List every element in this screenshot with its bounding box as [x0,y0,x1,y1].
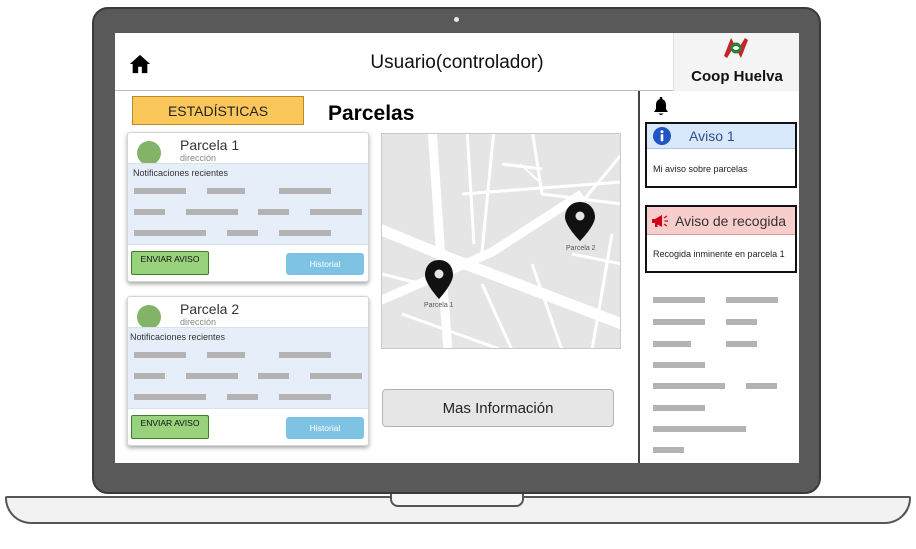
laptop-mockup: Usuario(controlador) Coop Huelva ESTADÍS… [0,0,916,549]
map-pin-parcela-1[interactable] [425,260,453,299]
placeholder-line [279,394,331,400]
placeholder-line [227,230,258,236]
pin-label: Parcela 1 [424,302,454,309]
placeholder-line [726,341,757,347]
parcel-address: dirección [180,317,217,327]
placeholder-line [134,230,206,236]
placeholder-line [186,373,238,379]
notices-panel: Aviso 1 Mi aviso sobre parcelas Aviso de… [638,91,799,463]
map-streets [382,134,620,348]
parcel-card-1: Parcela 1 dirección Notificaciones recie… [127,132,369,282]
notice-body: Recogida inminente en parcela 1 [653,249,785,259]
placeholder-line [653,383,725,389]
megaphone-icon [652,215,668,227]
placeholder-line [258,373,289,379]
placeholder-line [134,209,165,215]
notice-body: Mi aviso sobre parcelas [653,164,748,174]
avatar [137,141,161,165]
section-title: Parcelas [328,102,415,125]
placeholder-line [134,352,186,358]
placeholder-line [653,297,705,303]
placeholder-line [279,352,331,358]
parcel-map[interactable]: Parcela 2 Parcela 1 [381,133,621,349]
placeholder-line [134,188,186,194]
placeholder-line [207,352,245,358]
placeholder-line [726,297,778,303]
placeholder-line [227,394,258,400]
placeholder-line [310,373,362,379]
notice-header: Aviso 1 [647,124,795,149]
placeholder-line [310,209,362,215]
avatar [137,305,161,329]
recent-notifications: Notificaciones recientes [128,327,368,409]
app-screen: Usuario(controlador) Coop Huelva ESTADÍS… [115,33,799,463]
notice-header: Aviso de recogida [647,207,795,235]
history-button[interactable]: Historial [286,417,364,439]
placeholder-line [726,319,757,325]
notice-info-card[interactable]: Aviso 1 Mi aviso sobre parcelas [645,122,797,188]
notice-title: Aviso de recogida [675,213,787,229]
notifications-title: Notificaciones recientes [133,168,229,178]
placeholder-line [653,341,691,347]
bell-icon[interactable] [653,97,669,117]
placeholder-line [134,373,165,379]
logo-text: Coop Huelva [691,68,783,85]
send-notice-button[interactable]: ENVIAR AVISO [131,251,209,275]
parcel-address: dirección [180,153,217,163]
send-notice-button[interactable]: ENVIAR AVISO [131,415,209,439]
placeholder-line [746,383,777,389]
top-bar: Usuario(controlador) Coop Huelva [115,33,799,91]
coop-logo-icon [724,38,748,58]
more-info-button[interactable]: Mas Información [382,389,614,427]
placeholder-line [653,362,705,368]
placeholder-line [207,188,245,194]
laptop-notch [390,494,524,507]
placeholder-line [653,319,705,325]
placeholder-line [134,394,206,400]
placeholder-line [653,426,746,432]
statistics-button[interactable]: ESTADÍSTICAS [132,96,304,125]
placeholder-line [653,405,705,411]
pin-label: Parcela 2 [566,245,596,252]
placeholder-line [279,230,331,236]
camera-dot [454,17,459,22]
parcel-card-2: Parcela 2 dirección Notificaciones recie… [127,296,369,446]
parcel-name: Parcela 1 [180,137,240,153]
notice-pickup-card[interactable]: Aviso de recogida Recogida inminente en … [645,205,797,273]
history-button[interactable]: Historial [286,253,364,275]
map-pin-parcela-2[interactable] [565,202,595,241]
placeholder-line [279,188,331,194]
logo: Coop Huelva [673,33,799,91]
parcel-name: Parcela 2 [180,301,240,317]
placeholder-line [186,209,238,215]
placeholder-line [258,209,289,215]
notifications-title: Notificaciones recientes [130,332,226,342]
recent-notifications: Notificaciones recientes [128,163,368,245]
notice-title: Aviso 1 [689,128,735,144]
info-icon [653,127,671,145]
placeholder-line [653,447,684,453]
